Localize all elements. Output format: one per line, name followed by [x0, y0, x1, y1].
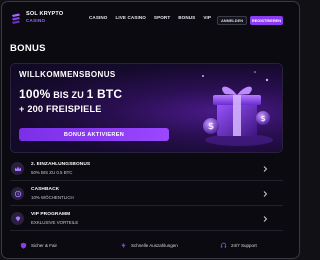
footer-item-support: 24/7 Support [220, 242, 257, 249]
cashback-icon [11, 187, 24, 200]
footer-label: Schnelle Auszahlungen [131, 242, 178, 248]
hero-percent: 100% [19, 87, 51, 101]
headset-icon [220, 242, 227, 248]
hero-amount: 1 BTC [86, 87, 123, 101]
svg-text:$: $ [260, 114, 266, 123]
main-nav: CASINO LIVE CASINO SPORT BONUS VIP [89, 2, 219, 33]
offer-title: VIP PROGRAMM [31, 212, 71, 217]
nav-item-casino[interactable]: CASINO [89, 15, 107, 20]
offer-title: CASHBACK [31, 187, 60, 192]
hero-title: WILLKOMMENSBONUS [19, 70, 116, 79]
hero-headline: 100% BIS ZU 1 BTC [19, 87, 122, 101]
logo-name: SOL KRYPTO [26, 11, 64, 17]
page-title: BONUS [10, 43, 46, 54]
offer-subtitle: 10% WÖCHENTLICH [31, 195, 74, 200]
nav-item-live-casino[interactable]: LIVE CASINO [115, 15, 145, 20]
gift-box-illustration: $ $ [202, 71, 273, 146]
offer-row-cashback[interactable]: CASHBACK 10% WÖCHENTLICH [10, 185, 283, 206]
offer-title: 2. EINZAHLUNGSBONUS [31, 162, 91, 167]
footer-label: 24/7 Support [231, 242, 257, 248]
footer-item-secure: Sicher & Fair [20, 242, 57, 249]
lightning-icon [121, 241, 126, 249]
chevron-right-icon [261, 215, 269, 223]
chevron-right-icon [261, 190, 269, 198]
shield-icon [20, 242, 27, 249]
footer-item-payouts: Schnelle Auszahlungen [120, 241, 178, 249]
app-window: SOL KRYPTO CASINO CASINO LIVE CASINO SPO… [1, 1, 300, 259]
logo[interactable]: SOL KRYPTO CASINO [26, 11, 64, 23]
trust-footer: Sicher & Fair Schnelle Auszahlungen 24/7… [10, 239, 283, 251]
header: SOL KRYPTO CASINO CASINO LIVE CASINO SPO… [2, 2, 299, 33]
crown-icon [11, 162, 24, 175]
offer-row-deposit[interactable]: 2. EINZAHLUNGSBONUS 50% BIS ZU 0.5 BTC [10, 160, 283, 181]
svg-text:$: $ [208, 122, 214, 132]
hero-freespins: + 200 FREISPIELE [19, 104, 102, 114]
welcome-bonus-banner: WILLKOMMENSBONUS 100% BIS ZU 1 BTC + 200… [10, 63, 283, 153]
offer-subtitle: 50% BIS ZU 0.5 BTC [31, 170, 73, 175]
diamond-icon [11, 212, 24, 225]
offer-subtitle: EXKLUSIVE VORTEILE [31, 220, 79, 225]
nav-item-sport[interactable]: SPORT [154, 15, 170, 20]
hero-upto: BIS ZU [50, 90, 87, 100]
register-button[interactable]: REGISTRIEREN [250, 16, 283, 25]
login-button[interactable]: ANMELDEN [217, 16, 247, 25]
footer-label: Sicher & Fair [31, 242, 58, 248]
logo-sub: CASINO [26, 17, 46, 23]
nav-item-bonus[interactable]: BONUS [178, 15, 195, 20]
chevron-right-icon [261, 165, 269, 173]
offer-row-vip[interactable]: VIP PROGRAMM EXKLUSIVE VORTEILE [10, 210, 283, 231]
offers-list: 2. EINZAHLUNGSBONUS 50% BIS ZU 0.5 BTC C… [10, 160, 283, 235]
nav-item-vip[interactable]: VIP [203, 15, 211, 20]
activate-bonus-button[interactable]: BONUS AKTIVIEREN [19, 128, 169, 141]
logo-icon [10, 12, 22, 24]
